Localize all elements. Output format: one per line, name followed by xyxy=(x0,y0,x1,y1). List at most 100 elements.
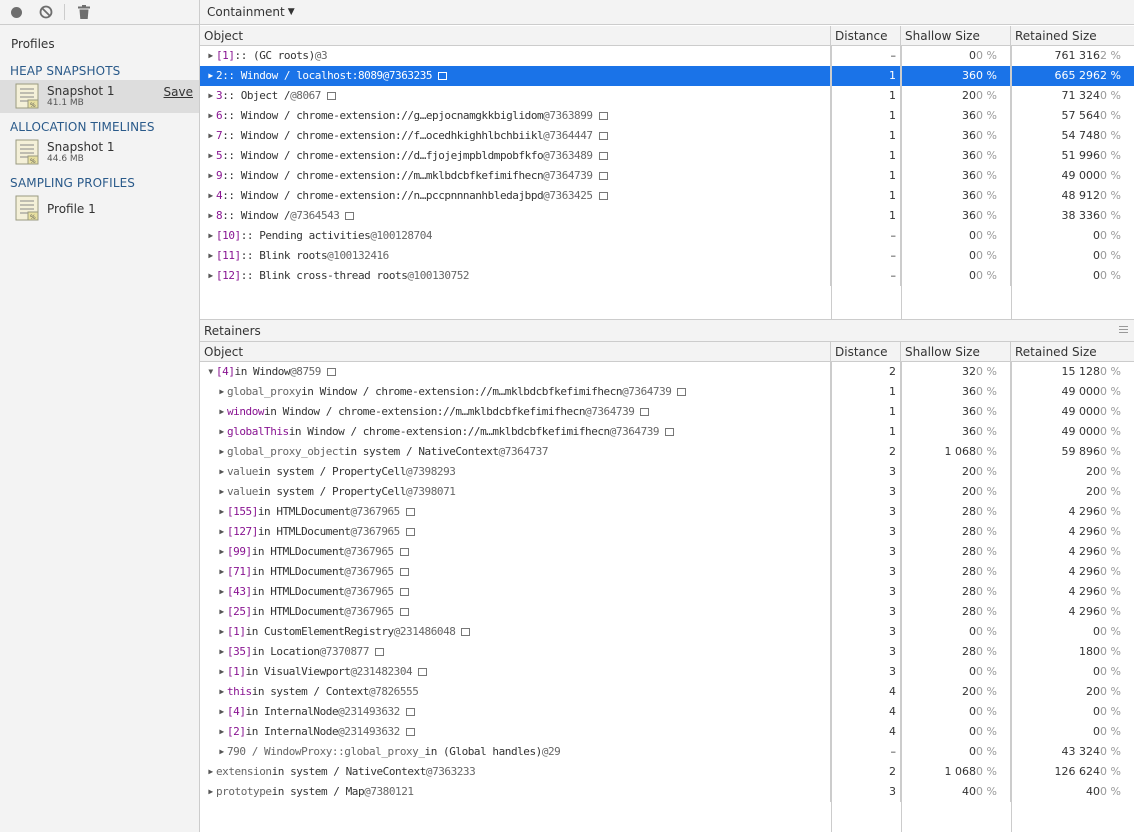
column-object[interactable]: Object xyxy=(200,342,831,362)
table-row[interactable]: ▶ [11] :: Blink roots @100132416–0 0 % 0 0 % xyxy=(200,246,1134,266)
expand-triangle-icon[interactable]: ▶ xyxy=(206,86,215,106)
expand-triangle-icon[interactable]: ▶ xyxy=(217,542,226,562)
expand-triangle-icon[interactable]: ▶ xyxy=(206,186,215,206)
expand-triangle-icon[interactable]: ▶ xyxy=(206,126,215,146)
reveal-in-elements-icon[interactable] xyxy=(598,192,608,200)
reveal-in-elements-icon[interactable] xyxy=(418,668,428,676)
table-row[interactable]: ▶ globalThis in Window / chrome-extension… xyxy=(200,422,1134,442)
expand-triangle-icon[interactable]: ▶ xyxy=(206,246,215,266)
reveal-in-elements-icon[interactable] xyxy=(326,92,336,100)
table-row[interactable]: ▶ [1] in CustomElementRegistry @231486048… xyxy=(200,622,1134,642)
expand-triangle-icon[interactable]: ▶ xyxy=(206,66,215,86)
expand-triangle-icon[interactable]: ▶ xyxy=(206,226,215,246)
expand-triangle-icon[interactable]: ▶ xyxy=(206,46,215,66)
table-row[interactable]: ▶ 2 :: Window / localhost:8089 @7363235 1 3… xyxy=(200,66,1134,86)
expand-triangle-icon[interactable]: ▶ xyxy=(206,762,215,782)
column-shallow-size[interactable]: Shallow Size xyxy=(901,342,1011,362)
expand-triangle-icon[interactable]: ▶ xyxy=(217,682,226,702)
reveal-in-elements-icon[interactable] xyxy=(598,152,608,160)
reveal-in-elements-icon[interactable] xyxy=(405,728,415,736)
table-row[interactable]: ▶ window in Window / chrome-extension://m… xyxy=(200,402,1134,422)
expand-triangle-icon[interactable]: ▶ xyxy=(206,146,215,166)
expand-triangle-icon[interactable]: ▶ xyxy=(217,742,226,762)
table-row[interactable]: ▼ [4] in Window @8759 2 32 0 % 15 128 0 % xyxy=(200,362,1134,382)
table-row[interactable]: ▶ 790 / WindowProxy::global_proxy_ in (Gl… xyxy=(200,742,1134,762)
column-object[interactable]: Object xyxy=(200,26,831,46)
expand-triangle-icon[interactable]: ▶ xyxy=(217,582,226,602)
table-row[interactable]: ▶ [25] in HTMLDocument @7367965 3 28 0 % 4 29… xyxy=(200,602,1134,622)
save-link[interactable]: Save xyxy=(164,85,193,99)
expand-triangle-icon[interactable]: ▶ xyxy=(206,266,215,286)
reveal-in-elements-icon[interactable] xyxy=(665,428,675,436)
column-shallow-size[interactable]: Shallow Size xyxy=(901,26,1011,46)
table-row[interactable]: ▶ [1] in VisualViewport @231482304 3 0 0 % 0 0… xyxy=(200,662,1134,682)
table-row[interactable]: ▶ value in system / PropertyCell @7398071… xyxy=(200,482,1134,502)
trash-icon[interactable] xyxy=(75,4,92,21)
table-row[interactable]: ▶ [10] :: Pending activities @100128704–0… xyxy=(200,226,1134,246)
table-row[interactable]: ▶ extension in system / NativeContext @73… xyxy=(200,762,1134,782)
reveal-in-elements-icon[interactable] xyxy=(598,132,608,140)
column-retained-size[interactable]: Retained Size xyxy=(1011,26,1134,46)
reveal-in-elements-icon[interactable] xyxy=(405,508,415,516)
expand-triangle-icon[interactable]: ▶ xyxy=(217,402,226,422)
expand-triangle-icon[interactable]: ▶ xyxy=(206,106,215,126)
table-row[interactable]: ▶ 6 :: Window / chrome-extension://g…epjo… xyxy=(200,106,1134,126)
reveal-in-elements-icon[interactable] xyxy=(326,368,336,376)
table-row[interactable]: ▶ [12] :: Blink cross-thread roots @10013… xyxy=(200,266,1134,286)
table-row[interactable]: ▶ value in system / PropertyCell @7398293… xyxy=(200,462,1134,482)
table-row[interactable]: ▶ [71] in HTMLDocument @7367965 3 28 0 % 4 29… xyxy=(200,562,1134,582)
table-row[interactable]: ▶ [4] in InternalNode @231493632 4 0 0 % 0 0 % xyxy=(200,702,1134,722)
reveal-in-elements-icon[interactable] xyxy=(677,388,687,396)
drag-handle-icon[interactable] xyxy=(1119,326,1128,335)
table-row[interactable]: ▶ [99] in HTMLDocument @7367965 3 28 0 % 4 29… xyxy=(200,542,1134,562)
reveal-in-elements-icon[interactable] xyxy=(399,568,409,576)
expand-triangle-icon[interactable]: ▶ xyxy=(206,166,215,186)
table-row[interactable]: ▶ 9 :: Window / chrome-extension://m…mklb… xyxy=(200,166,1134,186)
expand-triangle-icon[interactable]: ▶ xyxy=(217,522,226,542)
clear-icon[interactable] xyxy=(37,4,54,21)
expand-triangle-icon[interactable]: ▶ xyxy=(217,562,226,582)
reveal-in-elements-icon[interactable] xyxy=(399,548,409,556)
table-row[interactable]: ▶ global_proxy_object in system / NativeC… xyxy=(200,442,1134,462)
table-row[interactable]: ▶ [2] in InternalNode @231493632 4 0 0 % 0 0 % xyxy=(200,722,1134,742)
table-row[interactable]: ▶ [35] in Location @7370877 3 28 0 % 180 0 % xyxy=(200,642,1134,662)
expand-triangle-icon[interactable]: ▶ xyxy=(217,462,226,482)
reveal-in-elements-icon[interactable] xyxy=(598,172,608,180)
table-row[interactable]: ▶ [1] :: (GC roots) @3–0 0 % 761 316 2 % xyxy=(200,46,1134,66)
expand-triangle-icon[interactable]: ▶ xyxy=(206,206,215,226)
reveal-in-elements-icon[interactable] xyxy=(405,708,415,716)
reveal-in-elements-icon[interactable] xyxy=(399,588,409,596)
table-row[interactable]: ▶ 5 :: Window / chrome-extension://d…fjoj… xyxy=(200,146,1134,166)
expand-triangle-icon[interactable]: ▶ xyxy=(206,782,215,802)
collapse-triangle-icon[interactable]: ▼ xyxy=(206,362,215,382)
perspective-select[interactable]: Containment ▼ xyxy=(207,5,295,19)
table-row[interactable]: ▶ [155] in HTMLDocument @7367965 3 28 0 % 4 2… xyxy=(200,502,1134,522)
retainers-header[interactable]: Retainers xyxy=(200,319,1134,342)
expand-triangle-icon[interactable]: ▶ xyxy=(217,602,226,622)
column-distance[interactable]: Distance xyxy=(831,26,901,46)
reveal-in-elements-icon[interactable] xyxy=(405,528,415,536)
table-row[interactable]: ▶ 3 :: Object / @8067 1 20 0 % 71 324 0 % xyxy=(200,86,1134,106)
expand-triangle-icon[interactable]: ▶ xyxy=(217,622,226,642)
reveal-in-elements-icon[interactable] xyxy=(438,72,448,80)
sampling-profile-item[interactable]: % Profile 1 xyxy=(0,192,199,225)
table-row[interactable]: ▶ global_proxy in Window / chrome-extensi… xyxy=(200,382,1134,402)
expand-triangle-icon[interactable]: ▶ xyxy=(217,642,226,662)
expand-triangle-icon[interactable]: ▶ xyxy=(217,422,226,442)
expand-triangle-icon[interactable]: ▶ xyxy=(217,382,226,402)
expand-triangle-icon[interactable]: ▶ xyxy=(217,662,226,682)
heap-snapshot-item[interactable]: % Snapshot 1 41.1 MB Save xyxy=(0,80,199,113)
expand-triangle-icon[interactable]: ▶ xyxy=(217,482,226,502)
table-row[interactable]: ▶ [43] in HTMLDocument @7367965 3 28 0 % 4 29… xyxy=(200,582,1134,602)
table-row[interactable]: ▶ this in system / Context @7826555 4 20 0 %… xyxy=(200,682,1134,702)
column-retained-size[interactable]: Retained Size xyxy=(1011,342,1134,362)
allocation-timeline-item[interactable]: % Snapshot 1 44.6 MB xyxy=(0,136,199,169)
record-icon[interactable] xyxy=(8,4,25,21)
expand-triangle-icon[interactable]: ▶ xyxy=(217,702,226,722)
table-row[interactable]: ▶ 8 :: Window / @7364543 1 36 0 % 38 336 0 % xyxy=(200,206,1134,226)
table-row[interactable]: ▶ prototype in system / Map @7380121 3 40 0 … xyxy=(200,782,1134,802)
reveal-in-elements-icon[interactable] xyxy=(640,408,650,416)
reveal-in-elements-icon[interactable] xyxy=(345,212,355,220)
table-row[interactable]: ▶ [127] in HTMLDocument @7367965 3 28 0 % 4 2… xyxy=(200,522,1134,542)
reveal-in-elements-icon[interactable] xyxy=(375,648,384,656)
